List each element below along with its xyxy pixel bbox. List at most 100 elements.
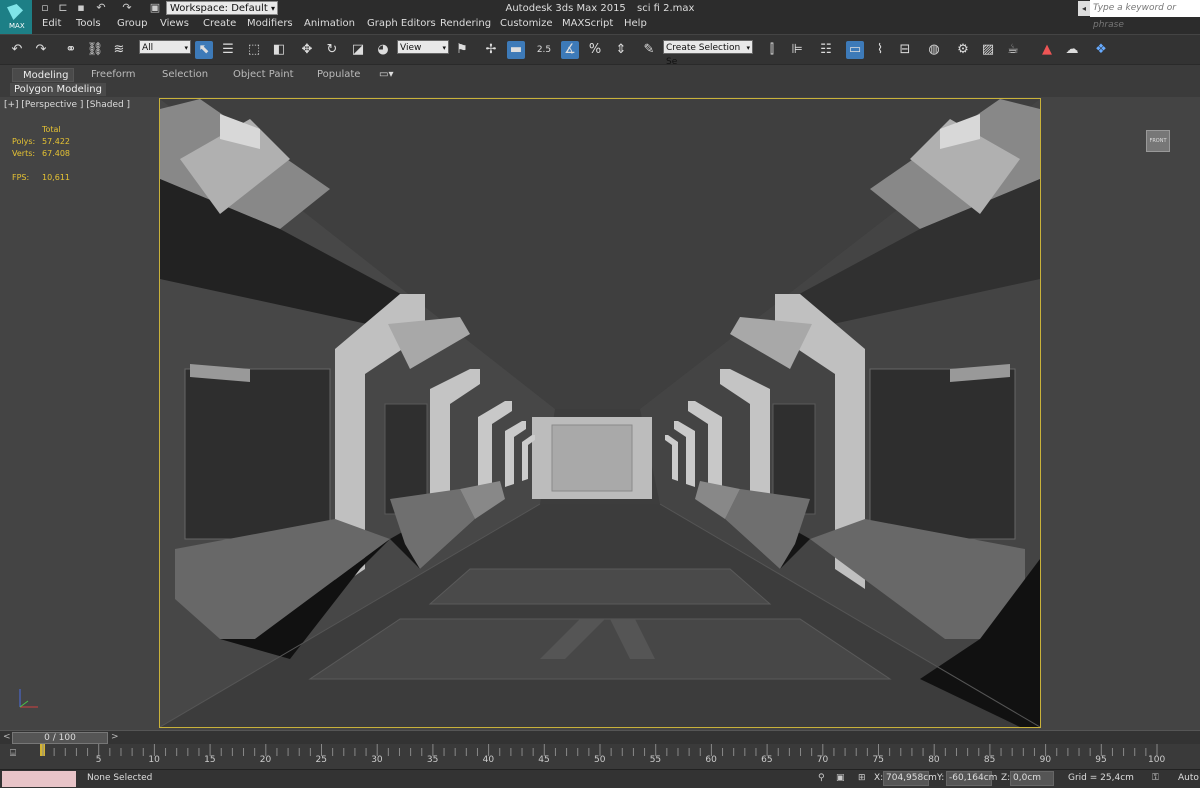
menu-customize[interactable]: Customize [500, 18, 553, 29]
add-time-tag-icon[interactable]: ⚿ [1152, 773, 1159, 783]
ruler-tick-label: 25 [315, 755, 327, 765]
menu-modifiers[interactable]: Modifiers [247, 18, 293, 29]
search-input[interactable]: Type a keyword or phrase [1090, 0, 1200, 30]
status-bar: None Selected ⚲ ▣ ⊞ X: 704,958cm Y: -60,… [0, 769, 1200, 788]
auto-key-label[interactable]: Auto [1178, 773, 1199, 783]
render-production-icon[interactable]: ☕ [1004, 41, 1022, 59]
ribbon: Modeling Freeform Selection Object Paint… [0, 64, 1200, 97]
menu-graph-editors[interactable]: Graph Editors [367, 18, 436, 29]
render-setup-icon[interactable]: ⚙ [954, 41, 972, 59]
material-editor-icon[interactable]: ◍ [925, 41, 943, 59]
select-and-link-icon[interactable]: ⚭ [62, 41, 80, 59]
menu-group[interactable]: Group [117, 18, 147, 29]
angle-snap-icon[interactable]: ∡ [561, 41, 579, 59]
select-and-place-icon[interactable]: ◕ [374, 41, 392, 59]
time-slider-handle[interactable]: 0 / 100 [12, 732, 108, 744]
tab-selection[interactable]: Selection [162, 68, 208, 82]
next-frame-icon[interactable]: > [111, 732, 119, 742]
ruler-tick-label: 80 [928, 755, 940, 765]
window-title: Autodesk 3ds Max 2015 sci fi 2.max [0, 3, 1200, 14]
track-bar[interactable]: ⌸ 5 10 15 20 25 30 35 40 45 50 55 60 65 70 75 80 85 90 95 1… [0, 744, 1200, 769]
ruler-tick-label: 85 [983, 755, 996, 765]
select-and-rotate-icon[interactable]: ↻ [323, 41, 341, 59]
menu-edit[interactable]: Edit [42, 18, 61, 29]
mirror-icon[interactable]: ⫿ [763, 41, 781, 59]
z-coord-field[interactable]: 0,0cm [1010, 771, 1054, 786]
lock-selection-icon[interactable]: ⚲ [818, 773, 825, 783]
app-name: Autodesk 3ds Max 2015 [505, 3, 626, 14]
select-and-move-icon[interactable]: ✥ [298, 41, 316, 59]
bind-space-warp-icon[interactable]: ≋ [110, 41, 128, 59]
select-by-name-icon[interactable]: ☰ [219, 41, 237, 59]
viewcube[interactable]: FRONT [1146, 130, 1170, 152]
ruler-tick-label: 10 [148, 755, 160, 765]
unlink-icon[interactable]: ⛓ [86, 41, 104, 59]
window-crossing-icon[interactable]: ◧ [270, 41, 288, 59]
layer-explorer-icon[interactable]: ☷ [817, 41, 835, 59]
ruler-tick-label: 65 [761, 755, 773, 765]
ruler-tick-label: 75 [872, 755, 884, 765]
keyboard-shortcut-override-icon[interactable]: ▬ [507, 41, 525, 59]
menu-rendering[interactable]: Rendering [440, 18, 491, 29]
absolute-mode-icon[interactable]: ⊞ [858, 773, 866, 783]
verts-label: Verts: [12, 149, 36, 158]
menu-tools[interactable]: Tools [76, 18, 101, 29]
perspective-viewport[interactable] [159, 98, 1041, 728]
reference-coordinate-dropdown[interactable]: View ▾ [397, 40, 449, 54]
stats-header: Total [42, 125, 61, 134]
maxscript-listener-mini[interactable] [2, 771, 76, 787]
undo-icon[interactable]: ↶ [8, 41, 26, 59]
menu-maxscript[interactable]: MAXScript [562, 18, 613, 29]
percent-snap-icon[interactable]: % [586, 41, 604, 59]
rectangular-selection-icon[interactable]: ⬚ [245, 41, 263, 59]
previous-frame-icon[interactable]: < [3, 732, 11, 742]
select-and-scale-icon[interactable]: ◪ [349, 41, 367, 59]
axis-tripod-icon [19, 689, 38, 708]
tab-object-paint[interactable]: Object Paint [233, 68, 294, 82]
selection-filter-dropdown[interactable]: All ▾ [139, 40, 191, 54]
time-slider[interactable]: < 0 / 100 > [0, 730, 1200, 745]
curve-editor-icon[interactable]: ⌇ [871, 41, 889, 59]
x-coord-field[interactable]: 704,958cm [883, 771, 937, 786]
rendered-frame-window-icon[interactable]: ▨ [979, 41, 997, 59]
subtab-polygon-modeling[interactable]: Polygon Modeling [10, 83, 106, 96]
ruler-tick-label: 90 [1039, 755, 1052, 765]
ruler-tick-label: 60 [705, 755, 717, 765]
render-in-cloud-icon[interactable]: ☁ [1063, 41, 1081, 59]
select-object-icon[interactable]: ⬉ [195, 41, 213, 59]
redo-icon[interactable]: ↷ [32, 41, 50, 59]
file-name: sci fi 2.max [637, 3, 695, 14]
menu-help[interactable]: Help [624, 18, 647, 29]
menu-views[interactable]: Views [160, 18, 189, 29]
logo-text: MAX [9, 22, 25, 30]
tab-populate[interactable]: Populate [317, 68, 360, 82]
schematic-view-icon[interactable]: ⊟ [896, 41, 914, 59]
align-icon[interactable]: ⊫ [788, 41, 806, 59]
menu-create[interactable]: Create [203, 18, 236, 29]
toggle-ribbon-icon[interactable]: ▭ [846, 41, 864, 59]
main-toolbar: ↶ ↷ ⚭ ⛓ ≋ All ▾ ⬉ ☰ ⬚ ◧ ✥ ↻ ◪ ◕ View ▾ ⚑… [0, 34, 1200, 67]
search-options-icon[interactable]: ◂ [1078, 1, 1090, 16]
snap-toggle-icon[interactable]: 2.5 [535, 41, 553, 59]
y-coord-field[interactable]: -60,164cm [946, 771, 997, 786]
menu-animation[interactable]: Animation [304, 18, 355, 29]
polys-value: 57.422 [42, 137, 70, 146]
select-manipulate-icon[interactable]: ✢ [482, 41, 500, 59]
edit-named-selection-icon[interactable]: ✎ [640, 41, 658, 59]
civil-view-icon[interactable]: ▲ [1038, 41, 1056, 59]
named-selection-set-dropdown[interactable]: Create Selection Se ▾ [663, 40, 753, 67]
viewport-label-menu[interactable]: [+] [Perspective ] [Shaded ] [4, 100, 130, 110]
isolate-selection-icon[interactable]: ▣ [836, 773, 845, 783]
ribbon-options-icon[interactable]: ▭▾ [379, 68, 393, 82]
selection-status: None Selected [87, 773, 153, 783]
tab-modeling[interactable]: Modeling [12, 68, 74, 82]
track-bar-menu-icon[interactable]: ⌸ [10, 748, 24, 762]
particle-view-icon[interactable]: ❖ [1092, 41, 1110, 59]
selection-filter-value: All [142, 43, 154, 53]
pivot-center-icon[interactable]: ⚑ [453, 41, 471, 59]
ruler-tick-label: 20 [259, 755, 272, 765]
y-coord-label: Y: [937, 773, 945, 783]
spinner-snap-icon[interactable]: ⇕ [612, 41, 630, 59]
tab-freeform[interactable]: Freeform [91, 68, 136, 82]
chevron-down-icon: ▾ [746, 44, 750, 52]
